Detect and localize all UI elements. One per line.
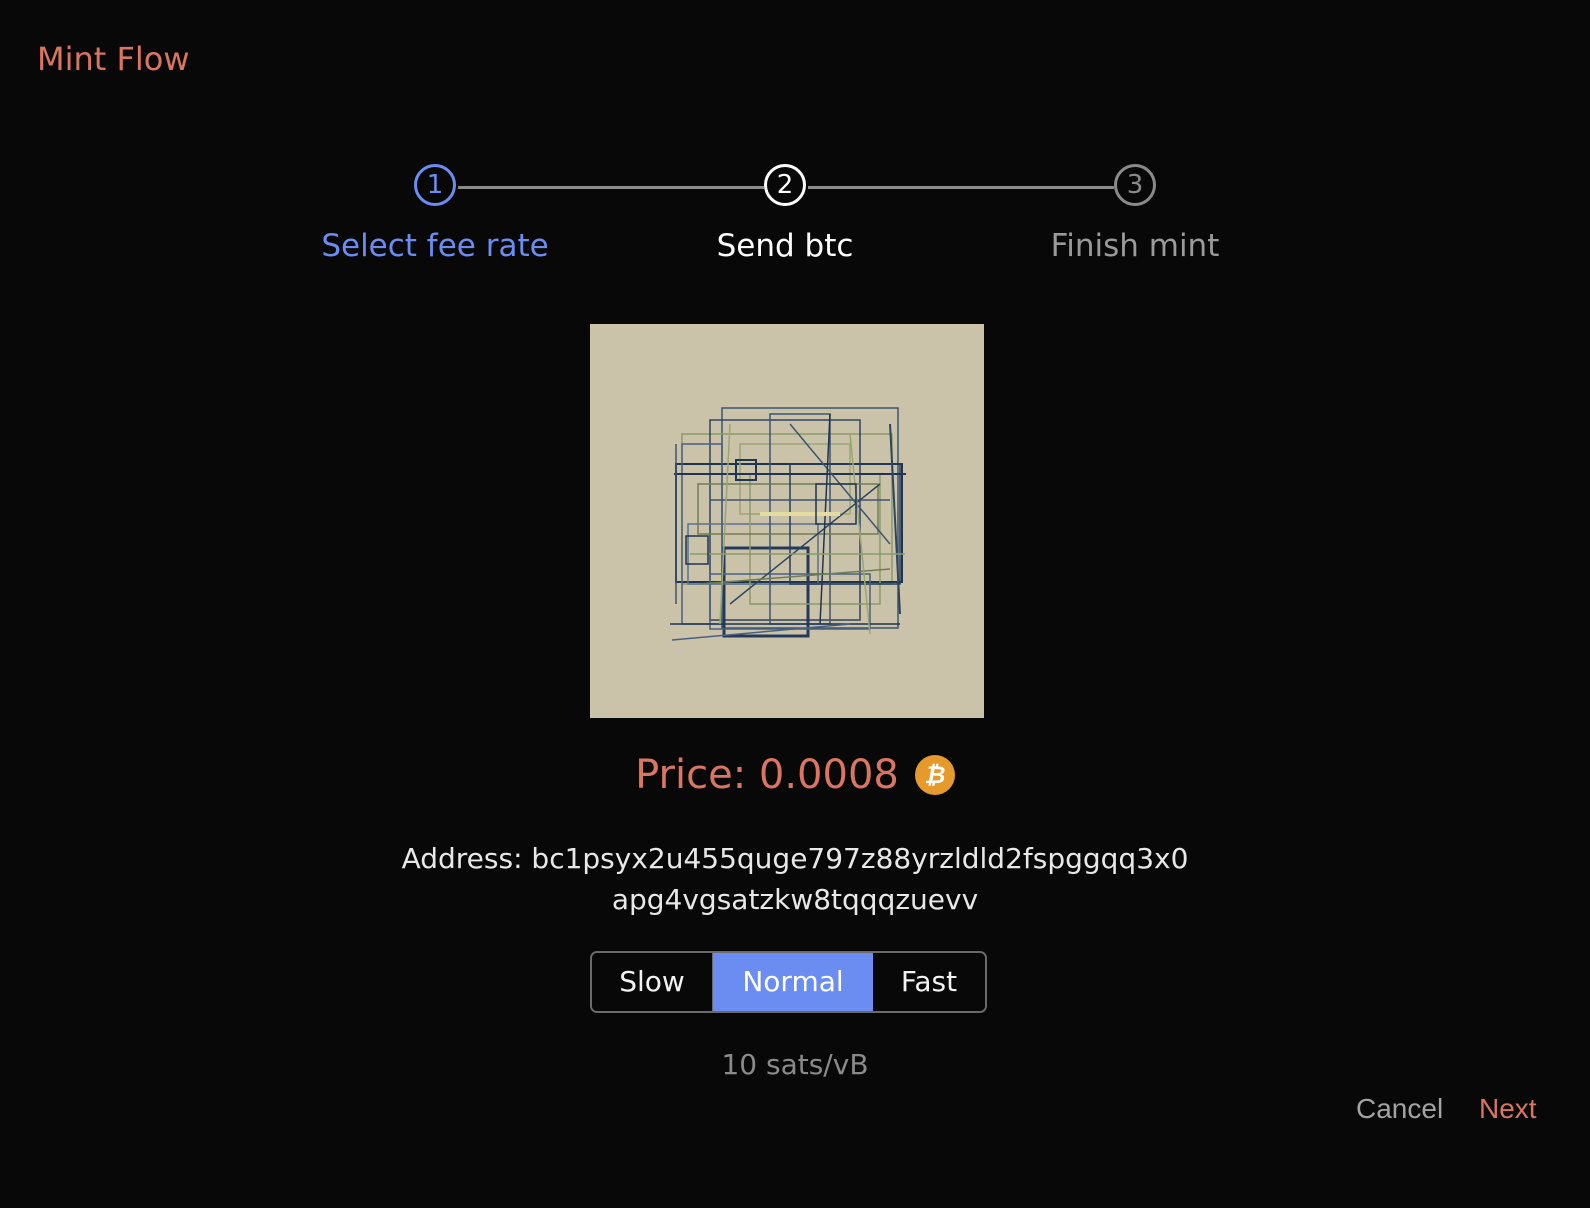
step-2-circle[interactable]: 2 — [764, 164, 806, 206]
speed-option-normal[interactable]: Normal — [713, 953, 873, 1011]
price-label: Price: 0.0008 — [635, 752, 899, 798]
step-1-label[interactable]: Select fee rate — [285, 228, 585, 264]
deposit-address: Address: bc1psyx2u455quge797z88yrzldld2f… — [401, 842, 1189, 916]
price-row: Price: 0.0008 ₿ — [0, 752, 1590, 798]
step-2-label[interactable]: Send btc — [635, 228, 935, 264]
next-button[interactable]: Next — [1473, 1092, 1543, 1126]
mint-flow-page: Mint Flow 1 2 3 Select fee rate Send btc… — [0, 0, 1590, 1208]
step-1-circle[interactable]: 1 — [414, 164, 456, 206]
fee-rate-text: 10 sats/vB — [721, 1048, 869, 1081]
step-3-circle[interactable]: 3 — [1114, 164, 1156, 206]
step-connector — [808, 186, 1114, 189]
speed-option-slow[interactable]: Slow — [592, 953, 713, 1011]
step-connector — [458, 186, 764, 189]
generative-art — [590, 324, 984, 718]
nft-artwork-image — [590, 324, 984, 718]
stepper: 1 2 3 Select fee rate Send btc Finish mi… — [0, 0, 1590, 300]
bitcoin-icon: ₿ — [914, 755, 955, 795]
fee-speed-selector: Slow Normal Fast — [590, 951, 987, 1013]
step-3-label[interactable]: Finish mint — [985, 228, 1285, 264]
cancel-button[interactable]: Cancel — [1350, 1092, 1449, 1126]
speed-option-fast[interactable]: Fast — [873, 953, 985, 1011]
